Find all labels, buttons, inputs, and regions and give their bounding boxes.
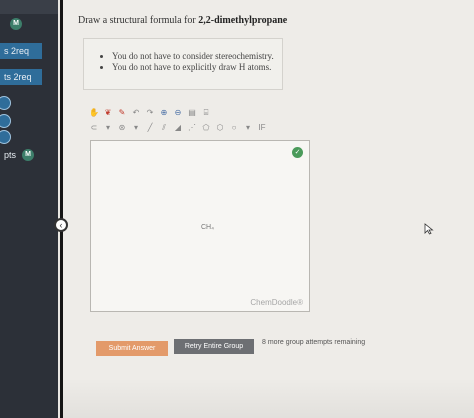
sidebar-band <box>0 0 58 14</box>
charge-tool-icon[interactable]: ⊂ <box>89 123 99 132</box>
mastery-badge-icon: M <box>10 18 22 30</box>
sidebar: M s 2req ts 2req pts M <box>0 0 58 418</box>
redo-icon[interactable]: ↷ <box>145 108 155 117</box>
undo-icon[interactable]: ↶ <box>131 108 141 117</box>
dropdown-arrow-icon[interactable]: ▾ <box>243 123 253 132</box>
wedge-bond-icon[interactable]: ◢ <box>173 123 183 132</box>
drawing-toolbar: ✋ ❦ ✎ ↶ ↷ ⊕ ⊖ ▤ ⌸ ⊂ ▾ ⊛ ▾ ╱ ⫽ ◢ ⋰ ⬠ ⬡ ○ … <box>89 108 269 138</box>
progress-circle-icon[interactable] <box>0 96 11 110</box>
sidebar-item-assignment-2[interactable]: ts 2req <box>0 69 42 85</box>
lasso-tool-icon[interactable]: ❦ <box>103 108 113 117</box>
hand-tool-icon[interactable]: ✋ <box>89 108 99 117</box>
compound-name: 2,2-dimethylpropane <box>198 15 288 26</box>
double-bond-icon[interactable]: ⫽ <box>159 123 169 132</box>
instruction-item: You do not have to consider stereochemis… <box>112 51 282 62</box>
benzene-tool-icon[interactable]: ⬡ <box>215 123 225 132</box>
chemdoodle-logo: ChemDoodle® <box>250 298 303 307</box>
ring-tool-icon[interactable]: ⬠ <box>201 123 211 132</box>
question-prompt: Draw a structural formula for 2,2-dimeth… <box>78 15 287 26</box>
dropdown-arrow-icon[interactable]: ▾ <box>103 123 113 132</box>
instruction-item: You do not have to explicitly draw H ato… <box>112 62 282 73</box>
check-icon[interactable]: ✓ <box>292 147 303 158</box>
drawing-canvas[interactable]: ✓ CH₄ ChemDoodle® <box>90 140 310 312</box>
progress-circle-icon[interactable] <box>0 114 11 128</box>
molecule-label[interactable]: CH₄ <box>201 224 214 231</box>
submit-answer-button[interactable]: Submit Answer <box>96 341 168 356</box>
dash-bond-icon[interactable]: ⋰ <box>187 123 197 132</box>
template-icon[interactable]: ⌸ <box>201 108 211 117</box>
zoom-in-icon[interactable]: ⊕ <box>159 108 169 117</box>
screen-vignette <box>63 378 474 418</box>
progress-circle-icon[interactable] <box>0 130 11 144</box>
sidebar-item-assignment-1[interactable]: s 2req <box>0 43 42 59</box>
retry-group-button[interactable]: Retry Entire Group <box>174 339 254 354</box>
dropdown-arrow-icon[interactable]: ▾ <box>131 123 141 132</box>
text-tool-icon[interactable]: IF <box>257 123 267 132</box>
collapse-sidebar-button[interactable]: ‹ <box>54 218 68 232</box>
sidebar-item-points[interactable]: pts <box>0 147 20 163</box>
atom-tool-icon[interactable]: ⊛ <box>117 123 127 132</box>
question-prefix: Draw a structural formula for <box>78 15 199 26</box>
zoom-out-icon[interactable]: ⊖ <box>173 108 183 117</box>
instructions-box: You do not have to consider stereochemis… <box>83 38 283 90</box>
clear-icon[interactable]: ▤ <box>187 108 197 117</box>
mastery-badge-icon: M <box>22 149 34 161</box>
cyclohexane-tool-icon[interactable]: ○ <box>229 123 239 132</box>
eraser-tool-icon[interactable]: ✎ <box>117 108 127 117</box>
single-bond-icon[interactable]: ╱ <box>145 123 155 132</box>
attempts-remaining: 8 more group attempts remaining <box>262 339 366 346</box>
mouse-cursor-icon <box>424 223 434 235</box>
